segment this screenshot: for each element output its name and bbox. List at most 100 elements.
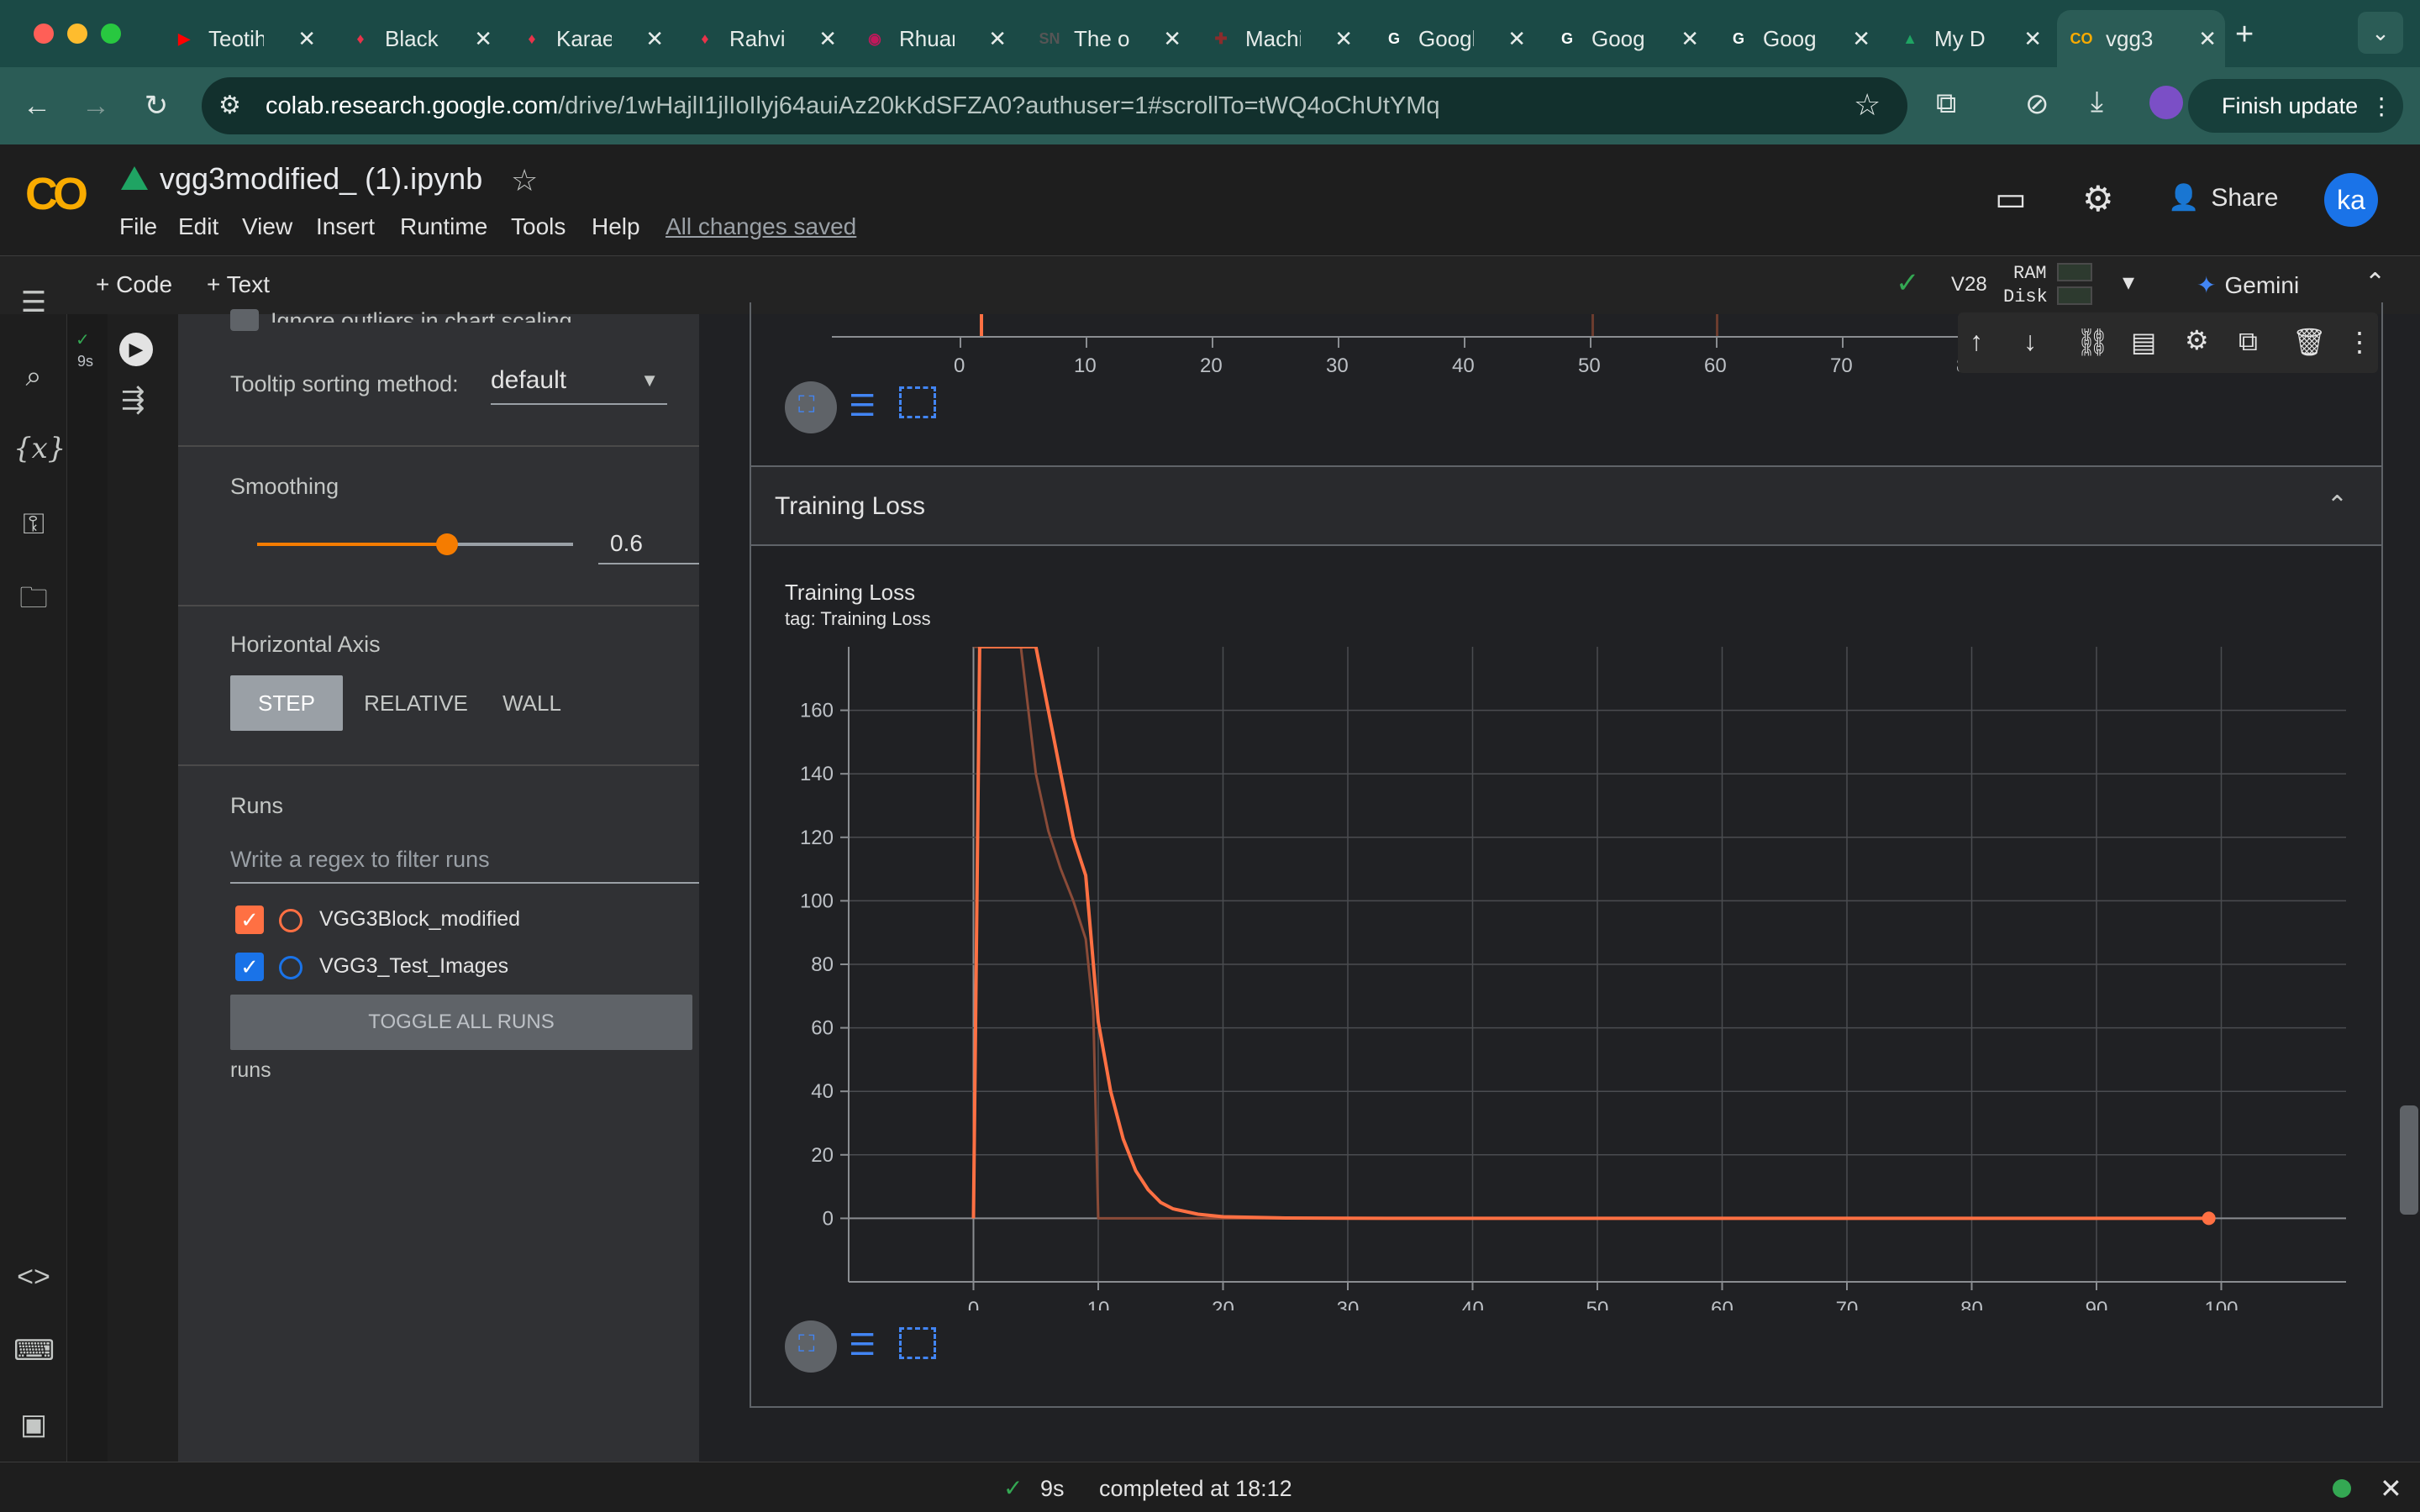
download-icon[interactable]: ⤓ xyxy=(2091,86,2103,118)
smoothing-slider-thumb[interactable] xyxy=(435,533,458,555)
toggle-all-runs-button[interactable]: TOGGLE ALL RUNS xyxy=(230,995,692,1050)
link-to-cell-icon[interactable]: ⛓ xyxy=(2075,326,2110,358)
training-loss-section-header[interactable]: Training Loss ⌃ xyxy=(750,467,2383,546)
delete-cell-icon[interactable]: 🗑 xyxy=(2292,326,2327,358)
axis-relative-button[interactable]: RELATIVE xyxy=(361,675,471,731)
data-table-icon[interactable]: ☰ xyxy=(849,1327,876,1362)
browser-tab[interactable]: ▲ My D ✕ xyxy=(1886,10,2050,67)
collapse-section-icon[interactable]: ⌃ xyxy=(2327,491,2348,520)
forward-button[interactable]: → xyxy=(77,87,114,124)
browser-tab[interactable]: ♦ Rahvi ✕ xyxy=(681,10,845,67)
menu-runtime[interactable]: Runtime xyxy=(400,213,487,240)
menu-help[interactable]: Help xyxy=(592,213,640,240)
tab-close-icon[interactable]: ✕ xyxy=(474,26,492,52)
command-palette-icon[interactable]: ⌨ xyxy=(13,1331,55,1371)
terminal-icon[interactable]: ▣ xyxy=(13,1404,54,1445)
axis-wall-button[interactable]: WALL xyxy=(492,675,571,731)
output-actions-icon[interactable]: ⇶ xyxy=(121,383,145,417)
menu-insert[interactable]: Insert xyxy=(316,213,375,240)
tab-close-icon[interactable]: ✕ xyxy=(988,26,1007,52)
tab-close-icon[interactable]: ✕ xyxy=(1163,26,1181,52)
table-of-contents-icon[interactable]: ☰ xyxy=(13,282,54,323)
variables-icon[interactable]: {x} xyxy=(13,428,66,469)
site-info-icon[interactable]: ⚙ xyxy=(218,91,241,120)
files-folder-icon[interactable]: 🗀 xyxy=(13,578,54,618)
tab-close-icon[interactable]: ✕ xyxy=(645,26,664,52)
upper-fullscreen-button[interactable]: ⛶ xyxy=(785,381,837,433)
move-cell-down-icon[interactable]: ↓ xyxy=(2023,326,2037,357)
collapse-header-icon[interactable]: ⌃ xyxy=(2365,268,2386,297)
close-window-button[interactable] xyxy=(34,24,54,44)
notebook-title[interactable]: vgg3modified_ (1).ipynb xyxy=(160,161,482,197)
close-status-icon[interactable]: ✕ xyxy=(2380,1473,2402,1504)
tab-search-button[interactable]: ⌄ xyxy=(2358,12,2403,54)
menu-edit[interactable]: Edit xyxy=(178,213,218,240)
run-color-swatch[interactable] xyxy=(279,909,302,932)
gemini-button[interactable]: ✦ Gemini xyxy=(2196,271,2299,299)
tab-close-icon[interactable]: ✕ xyxy=(1507,26,1526,52)
tab-close-icon[interactable]: ✕ xyxy=(818,26,837,52)
mirror-cell-icon[interactable]: ⧉ xyxy=(2238,326,2258,358)
settings-gear-icon[interactable]: ⚙ xyxy=(2082,178,2114,219)
secrets-key-icon[interactable]: ⚿ xyxy=(13,504,54,544)
search-icon[interactable]: ⌕ xyxy=(13,356,54,396)
training-loss-chart[interactable]: 0 10 20 30 40 50 60 70 80 90 100 0 20 40 60 80 100 120 140… xyxy=(781,638,2361,1310)
save-status-link[interactable]: All changes saved xyxy=(666,213,856,240)
account-avatar[interactable]: ka xyxy=(2324,173,2378,227)
star-icon[interactable]: ☆ xyxy=(511,163,538,198)
tab-close-icon[interactable]: ✕ xyxy=(1852,26,1870,52)
back-button[interactable]: ← xyxy=(18,87,55,124)
ignore-outliers-checkbox[interactable] xyxy=(230,309,259,331)
new-tab-button[interactable]: + xyxy=(2235,17,2254,53)
comments-icon[interactable]: ▭ xyxy=(1995,180,2027,218)
tab-close-icon[interactable]: ✕ xyxy=(297,26,316,52)
tab-close-icon[interactable]: ✕ xyxy=(1681,26,1699,52)
minimize-window-button[interactable] xyxy=(67,24,87,44)
runtime-label[interactable]: V28 xyxy=(1951,273,1987,297)
menu-view[interactable]: View xyxy=(242,213,292,240)
tab-close-icon[interactable]: ✕ xyxy=(2023,26,2042,52)
browser-tab[interactable]: ▶ Teotih ✕ xyxy=(160,10,324,67)
axis-step-button[interactable]: STEP xyxy=(230,675,343,731)
zoom-window-button[interactable] xyxy=(101,24,121,44)
upper-fit-domain-icon[interactable] xyxy=(899,386,936,418)
menu-tools[interactable]: Tools xyxy=(511,213,566,240)
browser-tab[interactable]: ♦ Karae ✕ xyxy=(508,10,672,67)
profile-avatar[interactable] xyxy=(2149,86,2183,119)
run-cell-button[interactable]: ▶ xyxy=(119,333,153,366)
tab-close-icon[interactable]: ✕ xyxy=(1334,26,1353,52)
browser-tab[interactable]: ◉ Rhuar ✕ xyxy=(850,10,1015,67)
run-color-swatch[interactable] xyxy=(279,956,302,979)
code-snippets-icon[interactable]: <> xyxy=(13,1257,54,1297)
vpn-icon[interactable]: ⊘ xyxy=(2025,87,2049,121)
extensions-icon[interactable]: ⧉ xyxy=(1936,87,1956,120)
more-actions-icon[interactable]: ⋮ xyxy=(2346,326,2373,358)
smoothing-value-input[interactable]: 0.6 xyxy=(598,524,699,564)
finish-update-button[interactable]: Finish update ⋮ xyxy=(2188,79,2403,133)
menu-file[interactable]: File xyxy=(119,213,157,240)
page-scrollbar-thumb[interactable] xyxy=(2400,1105,2418,1215)
browser-tab[interactable]: G Goog ✕ xyxy=(1543,10,1707,67)
browser-tab[interactable]: ✚ Machi ✕ xyxy=(1197,10,1361,67)
tab-close-icon[interactable]: ✕ xyxy=(2198,26,2217,52)
run-checkbox[interactable]: ✓ xyxy=(235,953,264,981)
smoothing-slider-track[interactable] xyxy=(257,533,573,555)
colab-logo[interactable]: CO xyxy=(25,168,88,220)
address-bar[interactable]: ⚙ colab.research.google.com/drive/1wHajl… xyxy=(202,77,1907,134)
browser-tab[interactable]: SN The o ✕ xyxy=(1025,10,1190,67)
upper-data-table-icon[interactable]: ☰ xyxy=(849,388,876,423)
browser-tab[interactable]: G Googl ✕ xyxy=(1370,10,1534,67)
add-comment-icon[interactable]: ▤ xyxy=(2131,326,2156,358)
share-button[interactable]: 👤 Share xyxy=(2168,183,2278,213)
browser-tab[interactable]: G Goog ✕ xyxy=(1714,10,1879,67)
add-text-button[interactable]: + Text xyxy=(207,271,270,298)
runs-filter-input[interactable]: Write a regex to filter runs xyxy=(230,838,699,884)
reload-button[interactable]: ↻ xyxy=(138,87,175,124)
run-checkbox[interactable]: ✓ xyxy=(235,906,264,934)
bookmark-star-icon[interactable]: ☆ xyxy=(1854,87,1881,123)
fullscreen-button[interactable]: ⛶ xyxy=(785,1320,837,1373)
tooltip-sort-select[interactable]: default ▼ xyxy=(491,361,667,405)
resources-dropdown-icon[interactable]: ▾ xyxy=(2123,268,2134,296)
browser-tab[interactable]: ♦ Black ✕ xyxy=(336,10,501,67)
move-cell-up-icon[interactable]: ↑ xyxy=(1970,326,1983,357)
